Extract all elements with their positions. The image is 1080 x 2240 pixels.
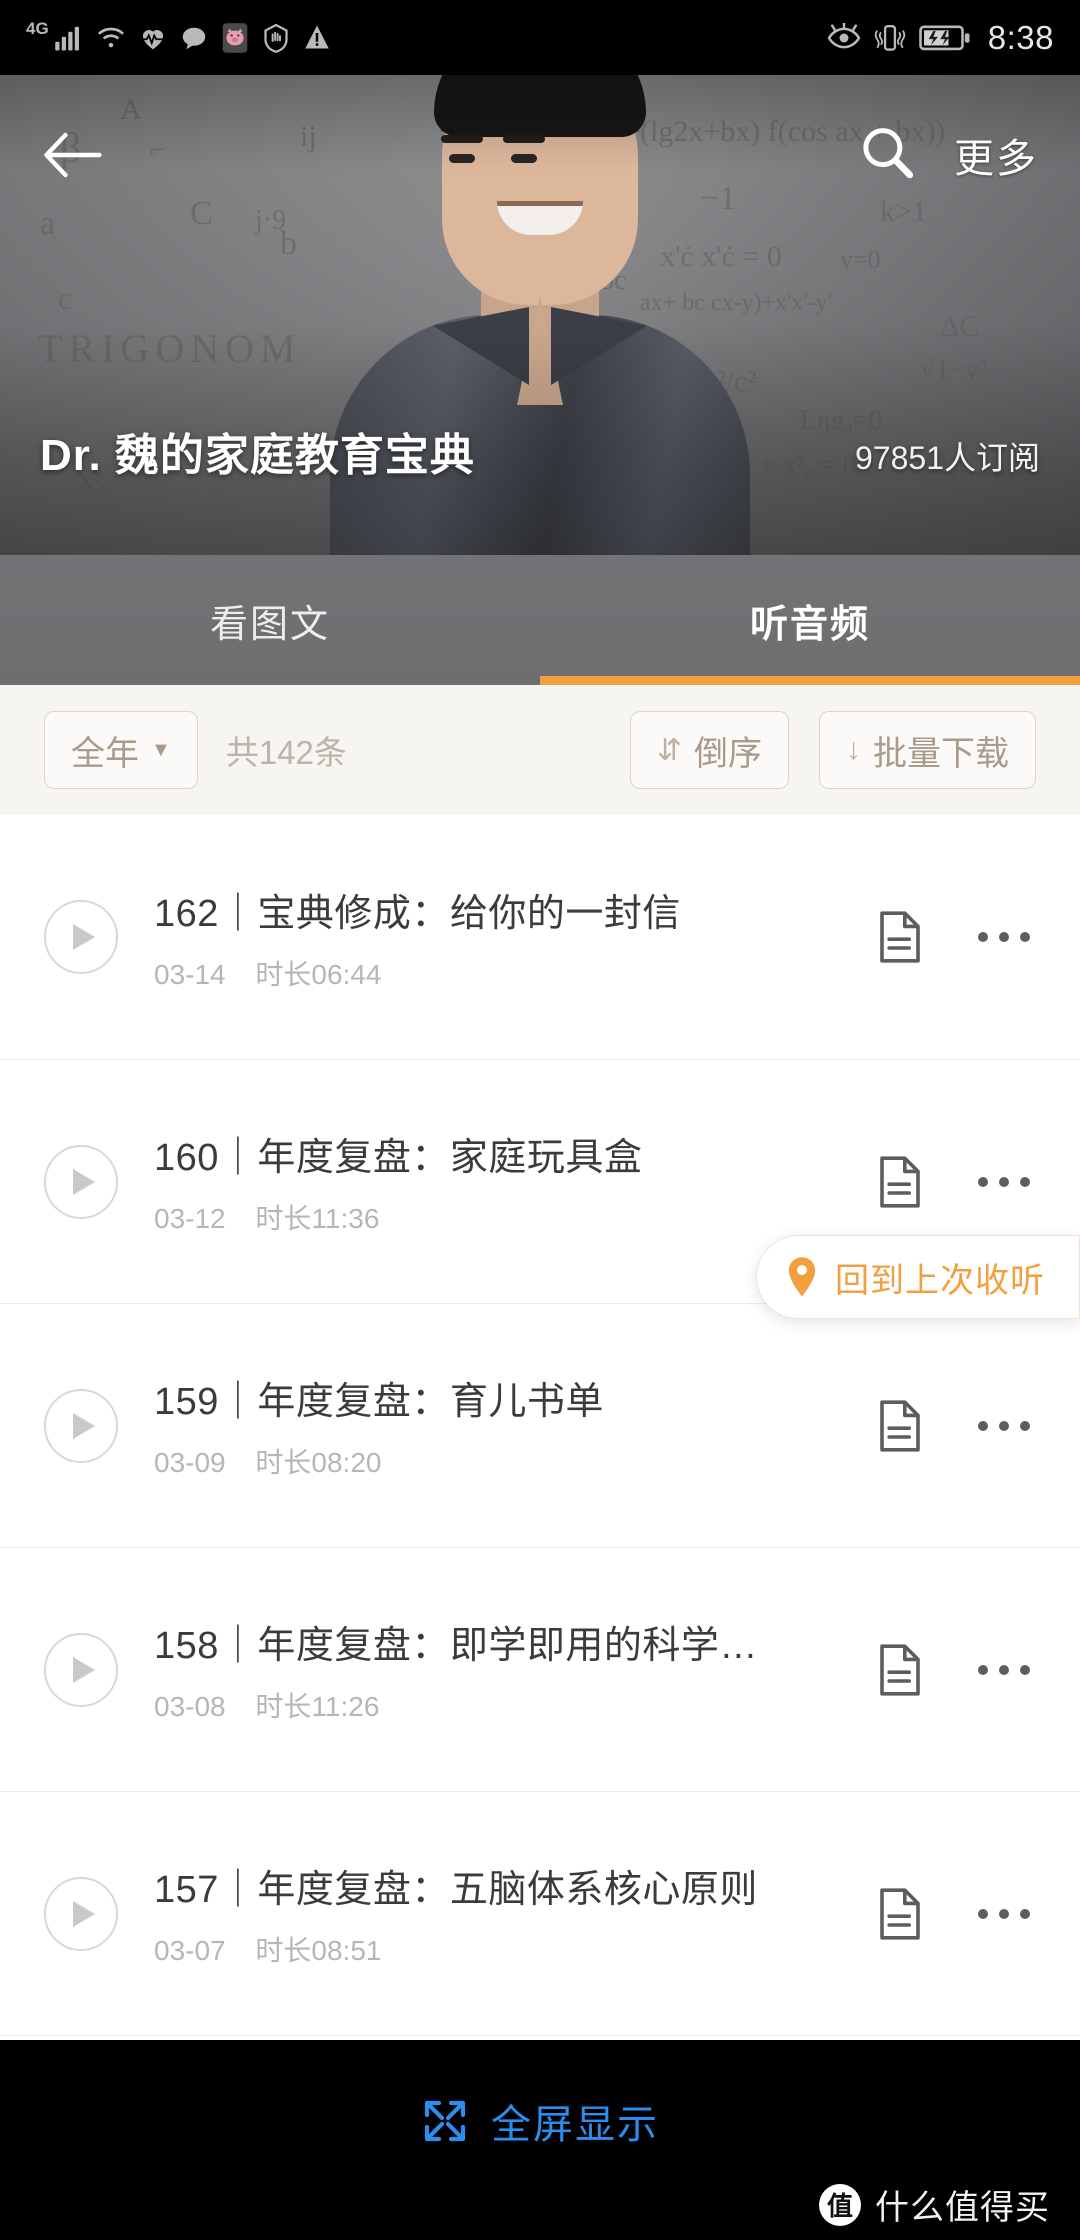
sort-order-button[interactable]: ⇵ 倒序	[629, 711, 789, 789]
table-row[interactable]: 157｜年度复盘：五脑体系核心原则 03-07 时长08:51	[0, 1791, 1080, 2035]
episode-date: 03-14	[154, 958, 226, 990]
transcript-icon[interactable]	[878, 1155, 922, 1209]
tab-audio[interactable]: 听音频	[540, 555, 1080, 685]
fullscreen-label: 全屏显示	[491, 2103, 659, 2147]
episode-date: 03-07	[154, 1935, 226, 1966]
watermark-text: 什么值得买	[875, 2189, 1050, 2227]
episode-duration: 时长08:20	[255, 1447, 382, 1478]
resume-listening-label: 回到上次收听	[835, 1261, 1045, 1300]
batch-download-label: 批量下载	[873, 734, 1009, 773]
hero-title-row: Dr. 魏的家庭教育宝典 97851人订阅	[0, 419, 1080, 483]
more-button[interactable]: 更多	[954, 126, 1046, 184]
more-options-button[interactable]	[972, 1411, 1036, 1441]
more-options-button[interactable]	[972, 1655, 1036, 1685]
course-hero-banner: β A a C b c TRIGONOM c² ½ (lg2x+bx) f(co…	[0, 75, 1080, 555]
table-row[interactable]: 158｜年度复盘：即学即用的科学… 03-08 时长11:26	[0, 1547, 1080, 1791]
wifi-icon	[97, 27, 124, 47]
chat-bubble-icon	[182, 27, 205, 49]
status-bar: 4G 8:38	[0, 0, 1080, 75]
download-icon: ↓	[846, 733, 861, 766]
alert-icon	[304, 25, 329, 48]
episode-duration: 时长11:26	[255, 1691, 380, 1722]
status-bar-clock: 8:38	[987, 18, 1054, 56]
year-filter-label: 全年	[71, 734, 139, 773]
location-pin-icon	[788, 1257, 816, 1297]
episode-title: 157｜年度复盘：五脑体系核心原则	[154, 1869, 758, 1911]
sort-icon: ⇵	[656, 733, 682, 767]
bottom-bar: 全屏显示 值 什么值得买	[0, 2040, 1080, 2240]
back-arrow-icon	[44, 132, 102, 178]
episode-meta: 03-09 时长08:20	[154, 1441, 878, 1481]
back-button[interactable]	[34, 117, 110, 193]
watermark: 值 什么值得买	[819, 2180, 1050, 2229]
episode-meta: 03-12 时长11:36	[154, 1197, 878, 1237]
more-options-button[interactable]	[972, 1167, 1036, 1197]
episode-title: 159｜年度复盘：育儿书单	[154, 1381, 604, 1423]
episode-title: 158｜年度复盘：即学即用的科学…	[154, 1625, 758, 1667]
resume-listening-button[interactable]: 回到上次收听	[756, 1235, 1080, 1319]
episode-duration: 时长06:44	[255, 958, 382, 990]
play-icon	[73, 1900, 95, 1927]
batch-download-button[interactable]: ↓ 批量下载	[819, 711, 1036, 789]
play-button[interactable]	[44, 1144, 118, 1219]
transcript-icon[interactable]	[878, 1399, 922, 1453]
app-screen: 4G 8:38 更多 Dr. 魏的家庭教育宝典 97851人订阅 看图文 听音频…	[0, 0, 1080, 2240]
episode-duration: 时长08:51	[255, 1935, 382, 1966]
course-title: Dr. 魏的家庭教育宝典	[40, 431, 475, 480]
table-row[interactable]: 159｜年度复盘：育儿书单 03-09 时长08:20	[0, 1303, 1080, 1547]
episode-meta: 03-08 时长11:26	[154, 1685, 878, 1725]
transcript-icon[interactable]	[878, 1887, 922, 1941]
content-type-tabs: 看图文 听音频	[0, 555, 1080, 685]
search-icon	[863, 127, 914, 178]
status-bar-left-icons: 4G	[26, 18, 827, 54]
more-options-button[interactable]	[972, 1899, 1036, 1929]
episode-date: 03-09	[154, 1447, 226, 1478]
episode-title: 160｜年度复盘：家庭玩具盒	[154, 1137, 643, 1179]
sort-label: 倒序	[694, 734, 762, 773]
episode-count-label: 共142条	[225, 734, 347, 771]
hero-toolbar: 更多	[0, 75, 1080, 235]
watermark-logo: 值	[819, 2183, 861, 2226]
pig-app-icon	[222, 22, 247, 53]
network-type-label: 4G	[26, 18, 49, 38]
hand-icon	[264, 23, 288, 53]
battery-charging-icon	[918, 25, 970, 50]
episode-meta: 03-07 时长08:51	[154, 1929, 878, 1969]
episode-list[interactable]: 162｜宝典修成：给你的一封信 03-14 时长06:44 160｜年度复盘：家…	[0, 815, 1080, 2040]
fullscreen-button[interactable]: 全屏显示	[0, 2092, 1080, 2150]
heartbeat-icon	[141, 29, 164, 49]
play-button[interactable]	[44, 1388, 118, 1463]
transcript-icon[interactable]	[878, 910, 922, 964]
episode-meta: 03-14 时长06:44	[154, 953, 878, 993]
tab-graphic-text[interactable]: 看图文	[0, 555, 540, 685]
play-button[interactable]	[44, 900, 118, 974]
play-button[interactable]	[44, 1632, 118, 1707]
year-filter-button[interactable]: 全年 ▼	[44, 711, 198, 789]
play-button[interactable]	[44, 1876, 118, 1951]
vibrate-icon	[874, 24, 905, 51]
episode-date: 03-12	[154, 1203, 226, 1234]
episode-duration: 时长11:36	[255, 1203, 380, 1234]
transcript-icon[interactable]	[878, 1643, 922, 1697]
search-button[interactable]	[858, 124, 916, 187]
table-row[interactable]: 162｜宝典修成：给你的一封信 03-14 时长06:44	[0, 815, 1080, 1059]
play-icon	[73, 1168, 95, 1195]
expand-icon	[424, 2100, 466, 2142]
eye-care-icon	[827, 22, 861, 48]
signal-icon	[54, 26, 79, 50]
chevron-down-icon: ▼	[151, 738, 171, 761]
status-bar-right-icons: 8:38	[827, 19, 1054, 57]
more-options-button[interactable]	[972, 922, 1036, 952]
episode-date: 03-08	[154, 1691, 226, 1722]
subscriber-count: 97851人订阅	[855, 440, 1040, 476]
play-icon	[73, 1412, 95, 1439]
play-icon	[73, 1656, 95, 1683]
play-icon	[73, 924, 95, 950]
episode-title: 162｜宝典修成：给你的一封信	[154, 892, 681, 935]
filter-toolbar: 全年 ▼ 共142条 ⇵ 倒序 ↓ 批量下载	[0, 685, 1080, 815]
